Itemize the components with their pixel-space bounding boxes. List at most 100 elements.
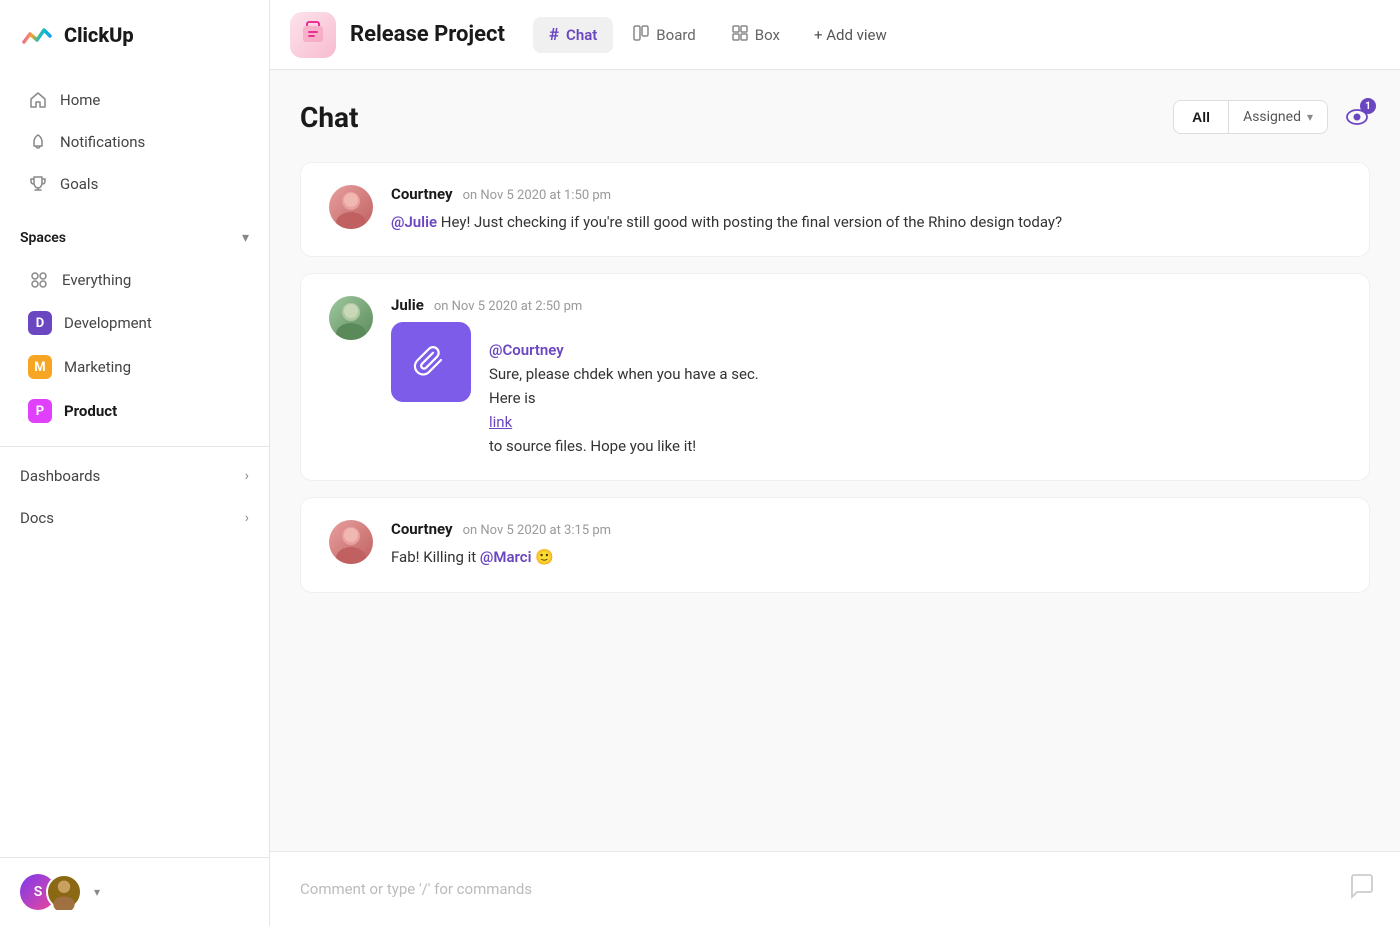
marketing-badge: M bbox=[28, 355, 52, 379]
attachment-thumbnail[interactable] bbox=[391, 322, 471, 402]
message-content-2: Julie on Nov 5 2020 at 2:50 pm @Courtney… bbox=[391, 296, 1341, 458]
sidebar-goals-label: Goals bbox=[60, 175, 98, 193]
message-text-2: @Courtney Sure, please chdek when you ha… bbox=[489, 322, 759, 458]
filter-group: All Assigned ▾ bbox=[1173, 100, 1328, 134]
logo: ClickUp bbox=[0, 0, 269, 70]
spaces-chevron-icon[interactable]: ▾ bbox=[242, 230, 249, 246]
source-files-link[interactable]: link bbox=[489, 410, 759, 434]
project-icon-wrap bbox=[290, 12, 336, 58]
sidebar-item-home[interactable]: Home bbox=[8, 80, 261, 120]
message-card-3: Courtney on Nov 5 2020 at 3:15 pm Fab! K… bbox=[300, 497, 1370, 592]
message-time-2: on Nov 5 2020 at 2:50 pm bbox=[434, 299, 582, 314]
sidebar-item-docs[interactable]: Docs › bbox=[0, 497, 269, 539]
message-text-1: @Julie Hey! Just checking if you're stil… bbox=[391, 211, 1341, 234]
sidebar-item-marketing[interactable]: M Marketing bbox=[8, 346, 261, 388]
home-icon bbox=[28, 90, 48, 110]
bell-icon bbox=[28, 132, 48, 152]
tab-list: # Chat Board Box + Add view bbox=[533, 17, 1380, 53]
tab-chat[interactable]: # Chat bbox=[533, 17, 613, 53]
julie-avatar bbox=[329, 296, 373, 340]
message-text-3: Fab! Killing it @Marci 🙂 bbox=[391, 546, 1341, 569]
courtney-avatar-1 bbox=[329, 185, 373, 229]
sidebar-item-product[interactable]: P Product bbox=[8, 390, 261, 432]
box-icon bbox=[732, 25, 748, 45]
mention-marci: @Marci bbox=[480, 548, 532, 566]
add-view-label: + Add view bbox=[814, 26, 887, 44]
everything-icon bbox=[28, 269, 50, 291]
chat-hash-icon: # bbox=[549, 25, 559, 45]
chat-header-right: All Assigned ▾ 1 bbox=[1173, 100, 1370, 134]
mention-julie: @Julie bbox=[391, 213, 437, 231]
message-author-2: Julie bbox=[391, 296, 424, 314]
comment-bubble-icon[interactable] bbox=[1348, 852, 1400, 926]
add-view-button[interactable]: + Add view bbox=[800, 18, 901, 52]
message-content-1: Courtney on Nov 5 2020 at 1:50 pm @Julie… bbox=[391, 185, 1341, 234]
main-content: Release Project # Chat Board Box + Add v… bbox=[270, 0, 1400, 926]
spaces-header: Spaces ▾ bbox=[20, 230, 249, 246]
chat-area: Chat All Assigned ▾ 1 bbox=[270, 70, 1400, 851]
development-badge: D bbox=[28, 311, 52, 335]
message-header-1: Courtney on Nov 5 2020 at 1:50 pm bbox=[391, 185, 1341, 203]
sidebar-item-notifications[interactable]: Notifications bbox=[8, 122, 261, 162]
docs-label: Docs bbox=[20, 509, 54, 527]
development-label: Development bbox=[64, 314, 152, 332]
spaces-title: Spaces bbox=[20, 230, 66, 246]
message-header-2: Julie on Nov 5 2020 at 2:50 pm bbox=[391, 296, 1341, 314]
trophy-icon bbox=[28, 174, 48, 194]
avatar-user2 bbox=[46, 874, 82, 910]
tab-board-label: Board bbox=[656, 26, 695, 44]
watch-badge: 1 bbox=[1360, 98, 1376, 114]
marketing-label: Marketing bbox=[64, 358, 131, 376]
product-badge: P bbox=[28, 399, 52, 423]
message-card-1: Courtney on Nov 5 2020 at 1:50 pm @Julie… bbox=[300, 162, 1370, 257]
board-icon bbox=[633, 25, 649, 45]
comment-box-wrap: Comment or type '/' for commands bbox=[270, 851, 1400, 926]
clickup-logo-icon bbox=[20, 18, 54, 52]
comment-input[interactable]: Comment or type '/' for commands bbox=[270, 852, 1348, 926]
assigned-label: Assigned bbox=[1243, 109, 1301, 125]
message-time-1: on Nov 5 2020 at 1:50 pm bbox=[463, 188, 611, 203]
sidebar: ClickUp Home Notifications Goals Spaces … bbox=[0, 0, 270, 926]
logo-text: ClickUp bbox=[64, 23, 134, 47]
sidebar-item-development[interactable]: D Development bbox=[8, 302, 261, 344]
topbar: Release Project # Chat Board Box + Add v… bbox=[270, 0, 1400, 70]
docs-chevron-icon: › bbox=[245, 510, 249, 526]
avatar-group[interactable]: S bbox=[20, 874, 82, 910]
dashboards-chevron-icon: › bbox=[245, 468, 249, 484]
dashboards-label: Dashboards bbox=[20, 467, 100, 485]
sidebar-notifications-label: Notifications bbox=[60, 133, 145, 151]
sidebar-divider bbox=[0, 446, 269, 447]
message-content-3: Courtney on Nov 5 2020 at 3:15 pm Fab! K… bbox=[391, 520, 1341, 569]
assigned-dropdown-icon: ▾ bbox=[1307, 110, 1313, 124]
everything-label: Everything bbox=[62, 271, 131, 289]
watch-button[interactable]: 1 bbox=[1344, 104, 1370, 130]
message-header-3: Courtney on Nov 5 2020 at 3:15 pm bbox=[391, 520, 1341, 538]
project-title: Release Project bbox=[350, 22, 505, 47]
message-time-3: on Nov 5 2020 at 3:15 pm bbox=[463, 523, 611, 538]
sidebar-item-everything[interactable]: Everything bbox=[8, 260, 261, 300]
courtney-avatar-2 bbox=[329, 520, 373, 564]
message-card-2: Julie on Nov 5 2020 at 2:50 pm @Courtney… bbox=[300, 273, 1370, 481]
tab-board[interactable]: Board bbox=[617, 17, 711, 53]
spaces-list: Everything D Development M Marketing P P… bbox=[0, 254, 269, 438]
messages-list: Courtney on Nov 5 2020 at 1:50 pm @Julie… bbox=[300, 162, 1370, 851]
tab-box-label: Box bbox=[755, 26, 780, 44]
tab-chat-label: Chat bbox=[566, 26, 597, 44]
message-author-3: Courtney bbox=[391, 520, 453, 538]
user-dropdown-arrow[interactable]: ▾ bbox=[94, 885, 100, 899]
tab-box[interactable]: Box bbox=[716, 17, 796, 53]
sidebar-home-label: Home bbox=[60, 91, 100, 109]
sidebar-item-dashboards[interactable]: Dashboards › bbox=[0, 455, 269, 497]
filter-assigned-button[interactable]: Assigned ▾ bbox=[1229, 101, 1327, 133]
project-icon bbox=[299, 18, 327, 52]
mention-courtney: @Courtney bbox=[489, 338, 759, 362]
sidebar-navigation: Home Notifications Goals bbox=[0, 70, 269, 214]
sidebar-bottom: S ▾ bbox=[0, 857, 269, 926]
spaces-section: Spaces ▾ bbox=[0, 214, 269, 254]
attachment-row: @Courtney Sure, please chdek when you ha… bbox=[391, 322, 1341, 458]
product-label: Product bbox=[64, 402, 117, 420]
filter-all-button[interactable]: All bbox=[1174, 101, 1229, 133]
message-author-1: Courtney bbox=[391, 185, 453, 203]
sidebar-item-goals[interactable]: Goals bbox=[8, 164, 261, 204]
chat-title: Chat bbox=[300, 101, 358, 134]
